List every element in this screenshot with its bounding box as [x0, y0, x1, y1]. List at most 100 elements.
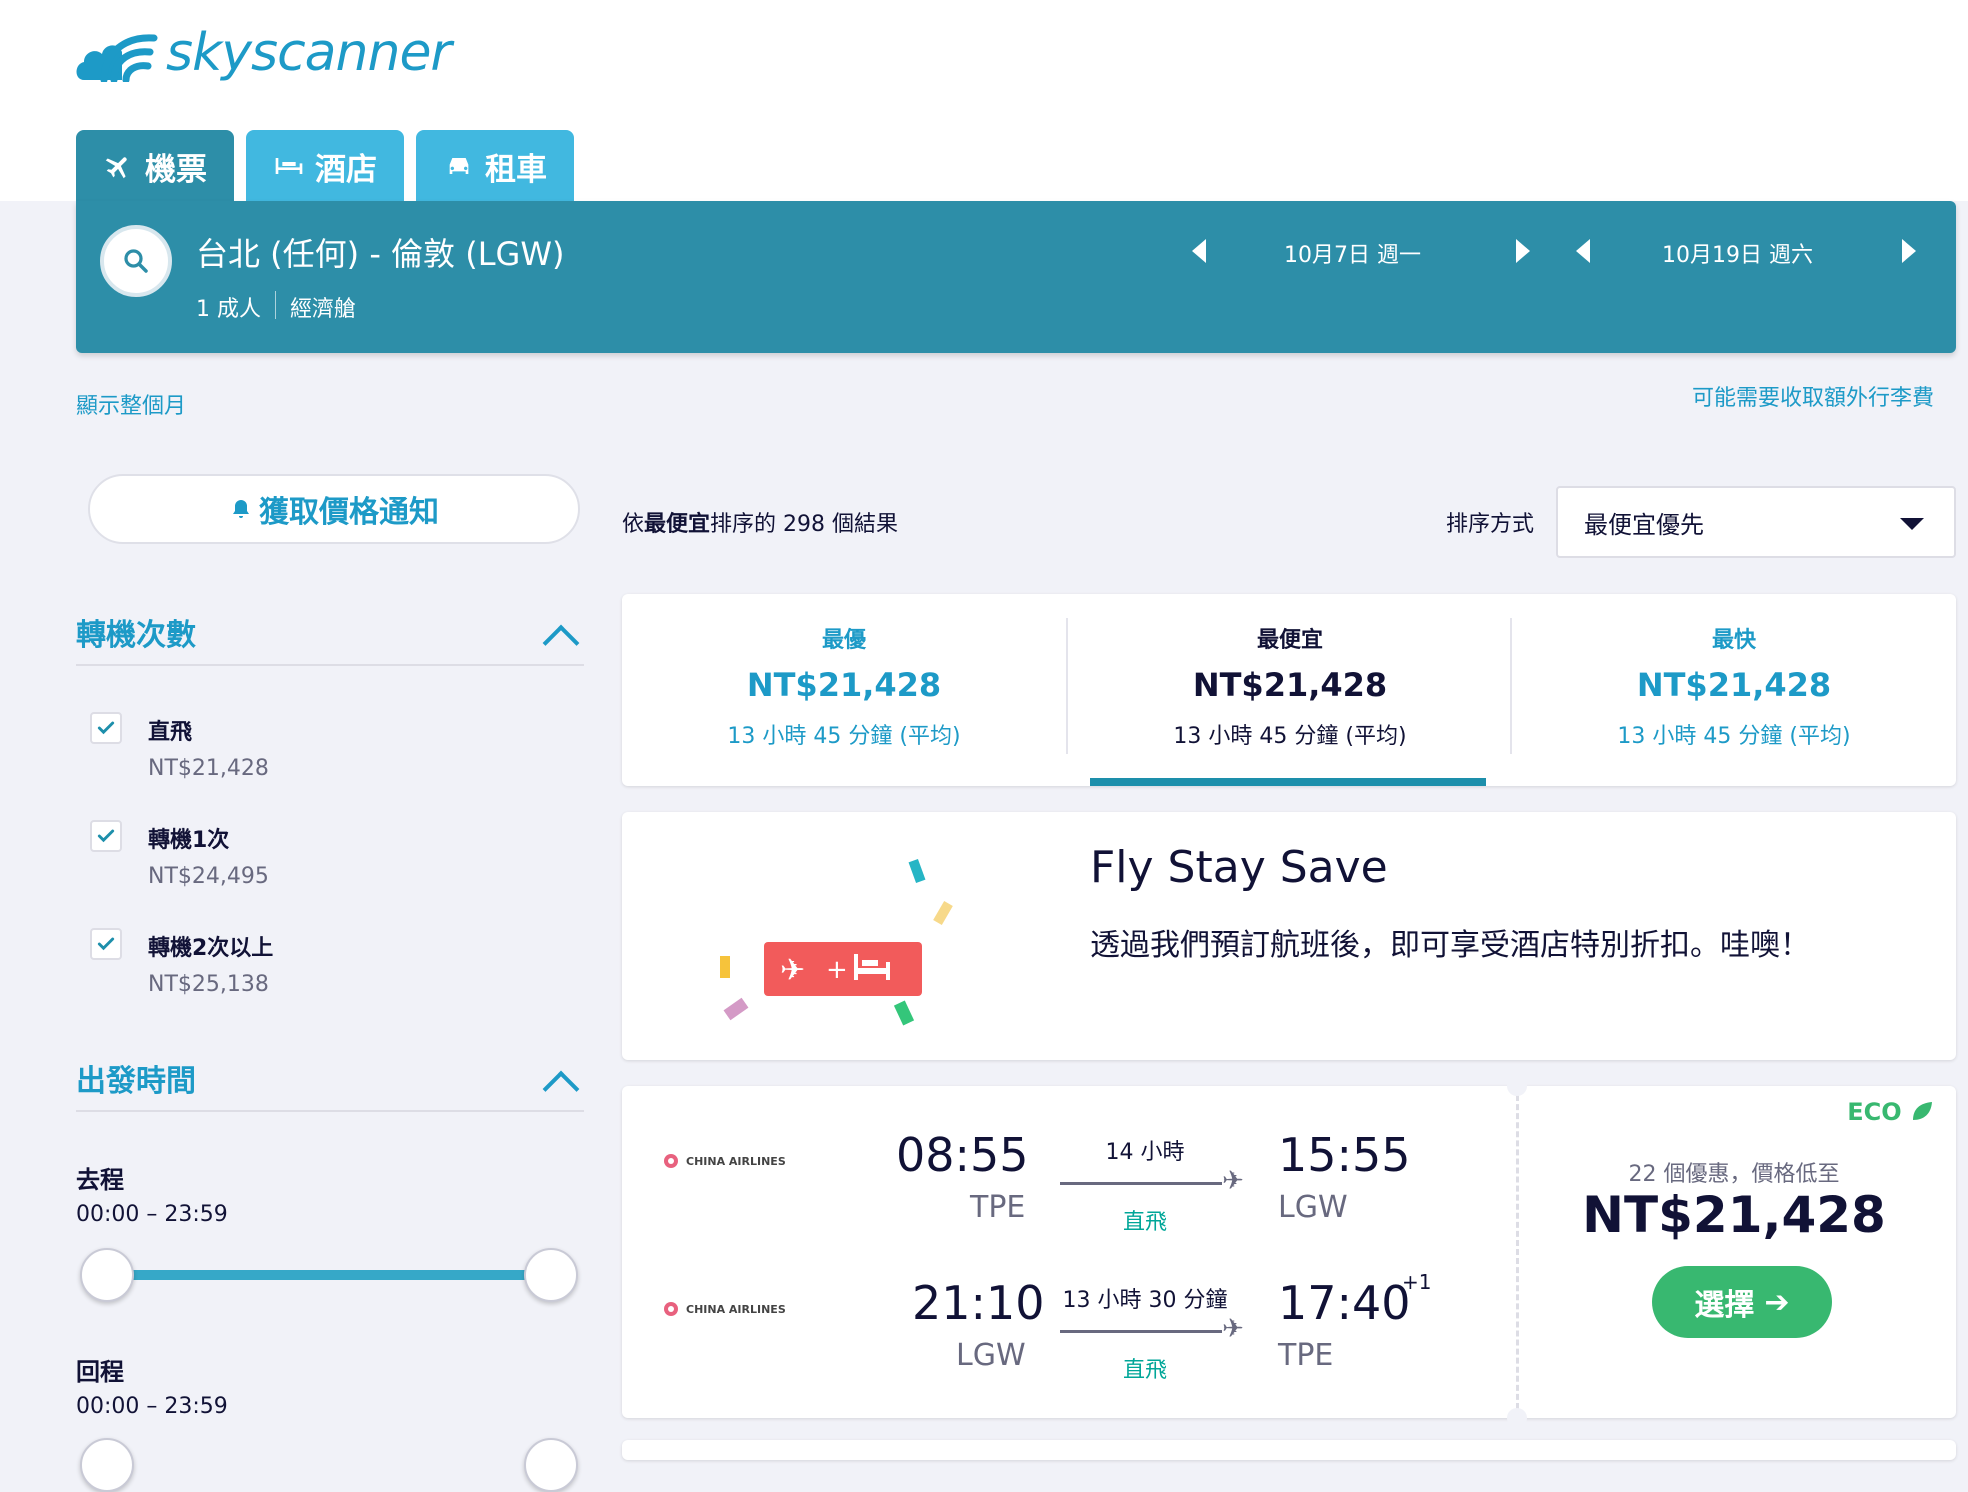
flight-result-card[interactable]: CHINA AIRLINES 08:55 TPE 14 小時 ✈ 直飛 15:5…: [622, 1076, 1956, 1428]
outbound-range: 00:00 – 23:59: [76, 1202, 228, 1227]
stops-checkbox-2-plus[interactable]: [90, 928, 122, 960]
baggage-fee-link[interactable]: 可能需要收取額外行李費: [1692, 380, 1934, 412]
outbound-stops: 直飛: [1122, 1210, 1167, 1235]
return-next-arrow[interactable]: [1902, 239, 1916, 263]
inbound-departure-airport: LGW: [956, 1338, 1026, 1373]
product-tabs: 機票 酒店 租車: [76, 130, 574, 202]
divider: [76, 1110, 584, 1112]
summary-title: 最便宜: [1256, 628, 1323, 653]
check-icon: [97, 937, 115, 951]
next-result-card[interactable]: [622, 1440, 1956, 1460]
check-icon: [97, 721, 115, 735]
return-prev-arrow[interactable]: [1576, 239, 1590, 263]
outbound-slider-max-handle[interactable]: [524, 1248, 578, 1302]
summary-duration: 13 小時 45 分鐘 (平均): [727, 724, 961, 749]
day-offset: +1: [1402, 1270, 1432, 1294]
passengers: 1 成人: [196, 297, 261, 322]
outbound-arrival-time: 15:55: [1278, 1128, 1411, 1182]
summary-cheapest[interactable]: 最便宜 NT$21,428 13 小時 45 分鐘 (平均): [1068, 594, 1512, 786]
airline-logo-outbound: CHINA AIRLINES: [660, 1152, 786, 1170]
outbound-departure-time: 08:55: [896, 1128, 1029, 1182]
return-slider-max-handle[interactable]: [524, 1438, 578, 1492]
outbound-slider-min-handle[interactable]: [80, 1248, 134, 1302]
promo-title: Fly Stay Save: [1090, 842, 1388, 893]
tab-label: 酒店: [315, 151, 377, 188]
inbound-departure-time: 21:10: [912, 1276, 1045, 1330]
stops-price-2-plus: NT$25,138: [148, 972, 269, 997]
outbound-slider-track[interactable]: [106, 1270, 550, 1280]
stops-collapse-chevron-icon[interactable]: [542, 624, 580, 662]
outbound-route-line: [1060, 1182, 1222, 1185]
ticket-notch: [1507, 1408, 1527, 1428]
fly-stay-save-promo[interactable]: ✈ + Fly Stay Save 透過我們預訂航班後，即可享受酒店特別折扣。哇…: [622, 812, 1956, 1060]
results-count-prefix: 依: [622, 512, 645, 537]
stops-label-1-stop: 轉機1次: [148, 828, 230, 853]
airline-name: CHINA AIRLINES: [686, 1154, 786, 1168]
inbound-arrival-time: 17:40: [1278, 1276, 1411, 1330]
return-label: 回程: [76, 1358, 124, 1386]
summary-fastest[interactable]: 最快 NT$21,428 13 小時 45 分鐘 (平均): [1512, 594, 1956, 786]
times-collapse-chevron-icon[interactable]: [542, 1070, 580, 1108]
price-alert-button[interactable]: 獲取價格通知: [88, 474, 580, 544]
plane-icon: ✈: [1222, 1166, 1244, 1196]
arrow-right-icon: ➔: [1764, 1284, 1790, 1320]
depart-next-arrow[interactable]: [1516, 239, 1530, 263]
plum-blossom-icon: [664, 1302, 678, 1316]
return-date[interactable]: 10月19日 週六: [1662, 237, 1813, 269]
cloud-logo-icon: [76, 34, 158, 82]
bell-icon: [233, 500, 249, 518]
summary-price: NT$21,428: [1636, 666, 1832, 704]
select-flight-button[interactable]: 選擇 ➔: [1652, 1266, 1832, 1338]
car-icon: [449, 158, 469, 174]
results-count: 依最便宜排序的 298 個結果: [622, 506, 898, 538]
check-icon: [97, 829, 115, 843]
summary-title: 最優: [821, 628, 866, 653]
flight-plus-hotel-illustration-icon: ✈ +: [720, 858, 953, 1026]
show-whole-month-link[interactable]: 顯示整個月: [76, 388, 186, 420]
route-text[interactable]: 台北 (任何) - 倫敦 (LGW): [196, 229, 564, 275]
search-button[interactable]: [100, 225, 172, 297]
promo-text: 透過我們預訂航班後，即可享受酒店特別折扣。哇噢！: [1090, 928, 1810, 963]
sort-dropdown[interactable]: 最便宜優先: [1556, 486, 1956, 558]
sort-label: 排序方式: [1446, 512, 1535, 537]
active-tab-indicator: [1090, 778, 1486, 786]
stops-price-1-stop: NT$24,495: [148, 864, 269, 889]
ticket-divider: [1516, 1086, 1519, 1418]
svg-text:✈: ✈: [780, 953, 805, 988]
sort-summary-card: 最優 NT$21,428 13 小時 45 分鐘 (平均) 最便宜 NT$21,…: [622, 594, 1956, 786]
ticket-notch: [1507, 1076, 1527, 1096]
summary-best[interactable]: 最優 NT$21,428 13 小時 45 分鐘 (平均): [622, 594, 1066, 786]
sort-value: 最便宜優先: [1584, 510, 1704, 539]
tab-hotels[interactable]: 酒店: [246, 130, 404, 202]
summary-duration: 13 小時 45 分鐘 (平均): [1173, 724, 1407, 749]
tab-flights[interactable]: 機票: [76, 130, 234, 202]
plum-blossom-icon: [664, 1154, 678, 1168]
return-slider-min-handle[interactable]: [80, 1438, 134, 1492]
brand-name: skyscanner: [166, 23, 452, 83]
stops-checkbox-direct[interactable]: [90, 712, 122, 744]
svg-text:+: +: [826, 955, 848, 985]
return-range: 00:00 – 23:59: [76, 1394, 228, 1419]
summary-price: NT$21,428: [746, 666, 942, 704]
select-label: 選擇: [1694, 1288, 1755, 1323]
flight-price: NT$21,428: [1582, 1186, 1886, 1244]
search-icon: [124, 249, 148, 273]
leaf-icon: [1913, 1102, 1932, 1120]
skyscanner-logo[interactable]: skyscanner: [74, 18, 452, 88]
inbound-arrival-airport: TPE: [1278, 1338, 1334, 1373]
stops-label-direct: 直飛: [148, 720, 193, 745]
depart-prev-arrow[interactable]: [1192, 239, 1206, 263]
tab-car-hire[interactable]: 租車: [416, 130, 574, 202]
passenger-cabin-info[interactable]: 1 成人 經濟艙: [196, 291, 356, 323]
tab-label: 租車: [485, 151, 547, 188]
depart-date[interactable]: 10月7日 週一: [1284, 237, 1421, 269]
stops-filter-title: 轉機次數: [76, 618, 196, 653]
stops-checkbox-1-stop[interactable]: [90, 820, 122, 852]
outbound-duration: 14 小時: [1105, 1140, 1185, 1165]
summary-price: NT$21,428: [1192, 666, 1388, 704]
results-sort-key: 最便宜: [644, 512, 711, 537]
inbound-route-line: [1060, 1330, 1222, 1333]
plane-icon: ✈: [1222, 1314, 1244, 1344]
divider: [76, 664, 584, 666]
eco-badge: ECO: [1847, 1098, 1934, 1126]
